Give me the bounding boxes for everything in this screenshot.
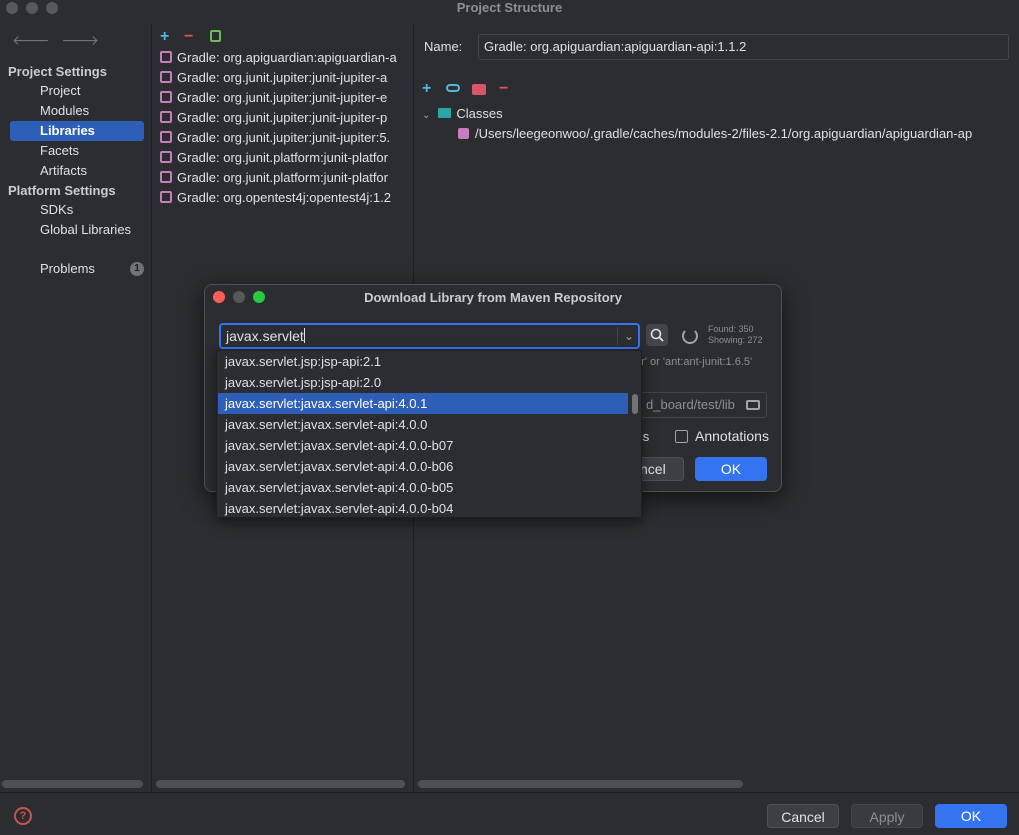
search-input-value: javax.servlet [226, 328, 304, 344]
destination-path: d_board/test/lib [646, 397, 735, 412]
help-icon[interactable]: ? [14, 807, 32, 825]
sidebar-item-modules[interactable]: Modules [10, 101, 144, 121]
suggestion-option[interactable]: javax.servlet:javax.servlet-api:4.0.0-b0… [218, 435, 628, 456]
found-count: Found: 350 [708, 324, 754, 334]
title-bar: Project Structure [0, 0, 1019, 16]
name-label: Name: [424, 39, 463, 54]
library-list-item[interactable]: Gradle: org.opentest4j:opentest4j:1.2 [160, 188, 413, 208]
library-list-item[interactable]: Gradle: org.junit.jupiter:junit-jupiter-… [160, 88, 413, 108]
search-button[interactable] [646, 324, 668, 346]
window-title: Project Structure [456, 0, 563, 15]
divider [617, 327, 618, 345]
name-field[interactable]: Gradle: org.apiguardian:apiguardian-api:… [478, 34, 1009, 60]
dialog-ok-button[interactable]: OK [695, 457, 767, 481]
library-list-item[interactable]: Gradle: org.junit.platform:junit-platfor [160, 168, 413, 188]
add-icon[interactable]: + [422, 80, 431, 98]
tree-node-label: Classes [456, 106, 503, 121]
folder-icon[interactable] [746, 400, 760, 410]
maven-search-input[interactable]: javax.servlet ⌄ [219, 323, 640, 349]
showing-count: Showing: 272 [708, 335, 763, 345]
download-destination-field[interactable]: d_board/test/lib [629, 392, 767, 418]
link-icon[interactable] [446, 84, 460, 92]
settings-sidebar: 🡐 🡒 Project Settings Project Modules Libr… [0, 24, 151, 792]
sidebar-scrollbar[interactable] [2, 780, 143, 788]
jar-icon [458, 128, 469, 139]
library-name: Gradle: org.junit.platform:junit-platfor [177, 150, 388, 165]
nav-arrows: 🡐 🡒 [12, 32, 111, 49]
library-list-item[interactable]: Gradle: org.junit.jupiter:junit-jupiter-… [160, 68, 413, 88]
library-list-item[interactable]: Gradle: org.junit.platform:junit-platfor [160, 148, 413, 168]
search-icon [650, 328, 664, 342]
sidebar-item-global-libraries[interactable]: Global Libraries [10, 220, 144, 240]
class-path-label: /Users/leegeonwoo/.gradle/caches/modules… [475, 126, 973, 141]
library-name: Gradle: org.junit.jupiter:junit-jupiter-… [177, 90, 388, 105]
library-icon [160, 131, 172, 143]
remove-icon[interactable]: − [184, 28, 193, 46]
sidebar-item-label: Problems [40, 261, 95, 276]
tree-node-classes[interactable]: ⌄ Classes [422, 106, 503, 121]
suggestions-scrollbar-track [628, 351, 641, 517]
library-icon [160, 191, 172, 203]
detail-scrollbar[interactable] [418, 780, 743, 788]
sidebar-item-problems[interactable]: Problems 1 [10, 259, 144, 279]
library-icon [160, 51, 172, 63]
chevron-down-icon[interactable]: ⌄ [422, 110, 430, 121]
platform-settings-header: Platform Settings [8, 183, 116, 198]
sidebar-item-project[interactable]: Project [10, 81, 144, 101]
cancel-button[interactable]: Cancel [767, 804, 839, 828]
problems-count-badge: 1 [130, 262, 144, 276]
add-icon[interactable]: + [160, 28, 169, 46]
chevron-down-icon[interactable]: ⌄ [624, 325, 634, 347]
suggestion-option[interactable]: javax.servlet:javax.servlet-api:4.0.0-b0… [218, 456, 628, 477]
library-name: Gradle: org.junit.platform:junit-platfor [177, 170, 388, 185]
suggestion-option[interactable]: javax.servlet.jsp:jsp-api:2.1 [218, 351, 628, 372]
annotations-label: Annotations [695, 428, 769, 444]
library-list-item[interactable]: Gradle: org.apiguardian:apiguardian-a [160, 48, 413, 68]
library-icon [160, 171, 172, 183]
library-icon [160, 111, 172, 123]
search-suggestions-popup: javax.servlet.jsp:jsp-api:2.1 javax.servl… [216, 350, 642, 518]
dialog-title: Download Library from Maven Repository [364, 290, 622, 305]
suggestion-option[interactable]: javax.servlet:javax.servlet-api:4.0.0 [218, 414, 628, 435]
add-folder-icon[interactable] [472, 84, 486, 95]
library-name: Gradle: org.junit.jupiter:junit-jupiter-… [177, 110, 388, 125]
text-cursor [303, 328, 305, 343]
library-list-item[interactable]: Gradle: org.junit.jupiter:junit-jupiter-… [160, 108, 413, 128]
sidebar-item-facets[interactable]: Facets [10, 141, 144, 161]
project-settings-header: Project Settings [8, 64, 107, 79]
tree-node-class-path[interactable]: /Users/leegeonwoo/.gradle/caches/modules… [458, 126, 972, 141]
sidebar-item-libraries[interactable]: Libraries [10, 121, 144, 141]
folder-icon [438, 108, 452, 118]
sidebar-item-artifacts[interactable]: Artifacts [10, 161, 144, 181]
library-icon [160, 151, 172, 163]
suggestion-option[interactable]: javax.servlet:javax.servlet-api:4.0.1 [218, 393, 628, 414]
search-hint: ger' or 'ant:ant-junit:1.6.5' [629, 356, 753, 368]
library-name: Gradle: org.opentest4j:opentest4j:1.2 [177, 190, 391, 205]
library-name: Gradle: org.junit.jupiter:junit-jupiter-… [177, 70, 388, 85]
back-arrow-icon[interactable]: 🡐 [12, 32, 50, 48]
suggestion-option[interactable]: javax.servlet:javax.servlet-api:4.0.0-b0… [218, 477, 628, 498]
suggestion-option[interactable]: javax.servlet:javax.servlet-api:4.0.0-b0… [218, 498, 628, 517]
footer-bar: ? Cancel Apply OK [0, 792, 1019, 835]
apply-button[interactable]: Apply [851, 804, 923, 828]
annotations-checkbox[interactable] [675, 430, 688, 443]
library-icon [160, 91, 172, 103]
loading-spinner-icon [682, 328, 698, 344]
search-result-counts: Found: 350 Showing: 272 [708, 324, 763, 346]
ok-button[interactable]: OK [935, 804, 1007, 828]
copy-icon[interactable] [210, 30, 221, 42]
suggestion-option[interactable]: javax.servlet.jsp:jsp-api:2.0 [218, 372, 628, 393]
library-list-item[interactable]: Gradle: org.junit.jupiter:junit-jupiter:… [160, 128, 413, 148]
suggestions-scrollbar[interactable] [632, 394, 638, 414]
library-name: Gradle: org.apiguardian:apiguardian-a [177, 50, 397, 65]
forward-arrow-icon[interactable]: 🡒 [62, 32, 100, 48]
libraries-scrollbar[interactable] [156, 780, 405, 788]
library-name: Gradle: org.junit.jupiter:junit-jupiter:… [177, 130, 391, 145]
library-icon [160, 71, 172, 83]
sidebar-item-sdks[interactable]: SDKs [10, 200, 144, 220]
remove-icon[interactable]: − [499, 80, 508, 98]
